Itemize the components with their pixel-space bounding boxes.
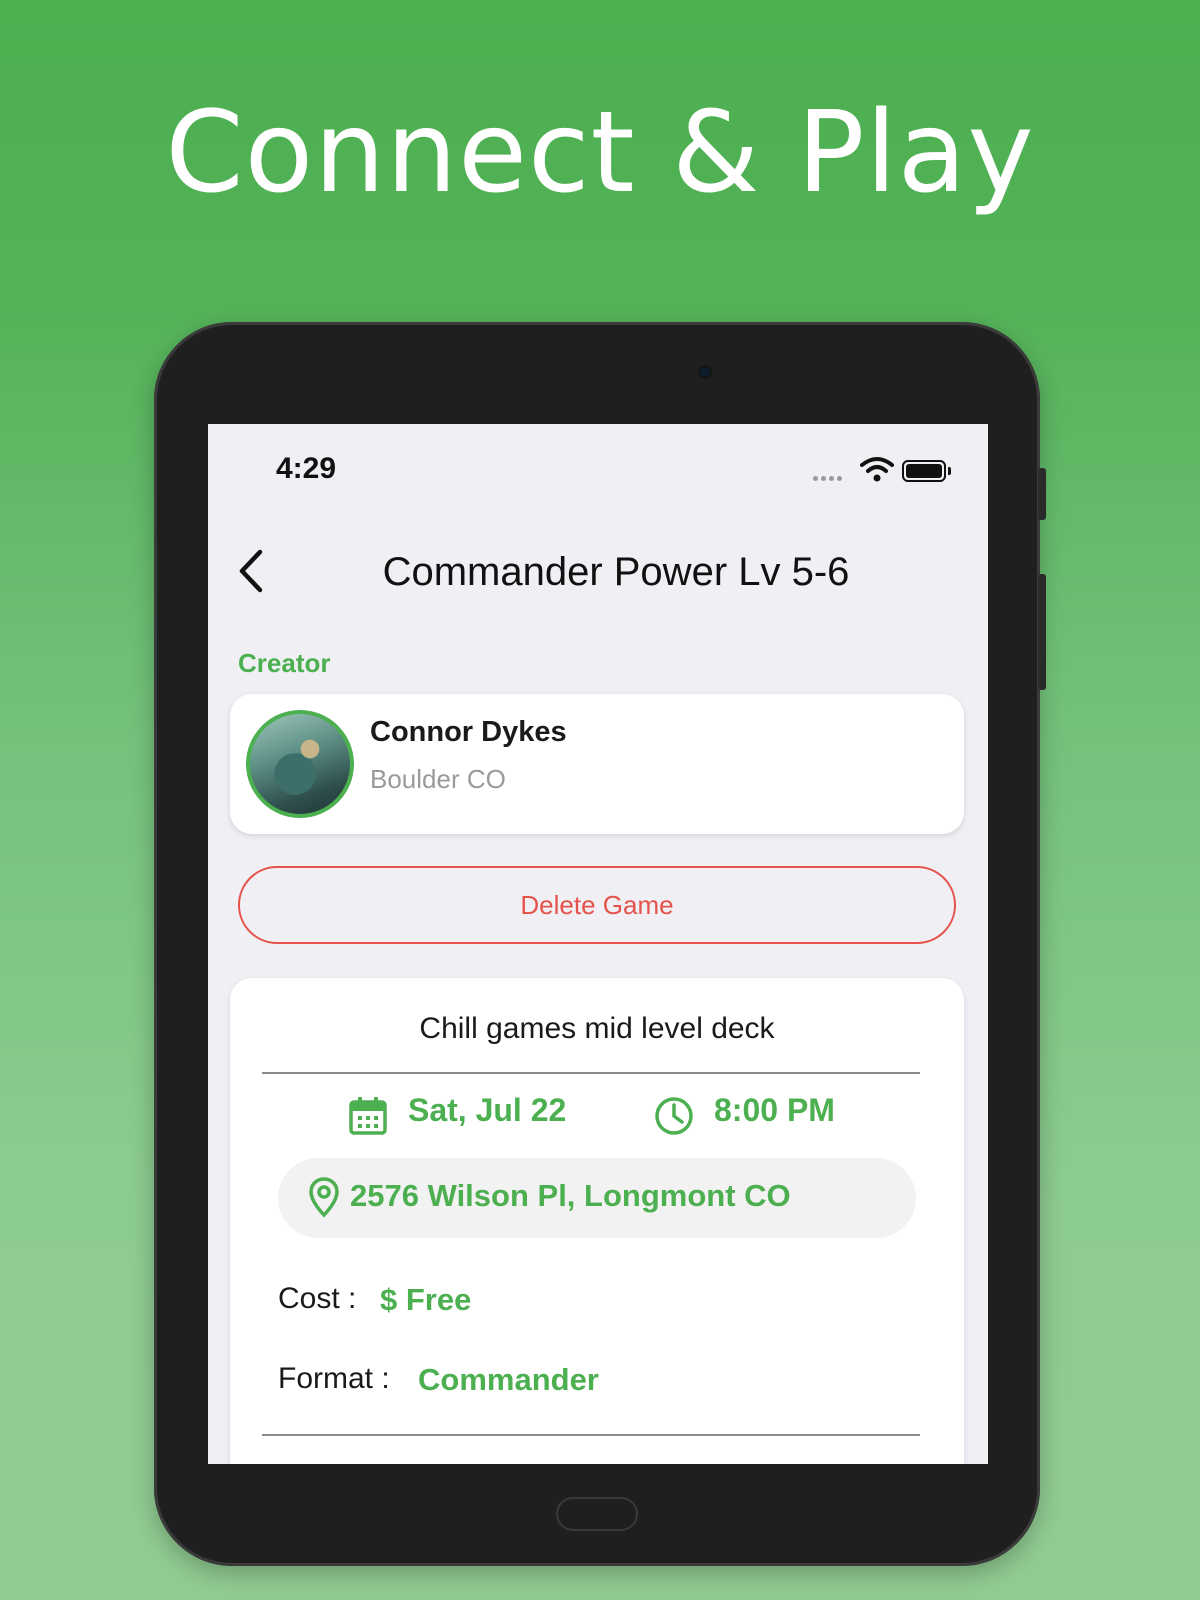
location-pill[interactable]: 2576 Wilson Pl, Longmont CO [278,1158,916,1238]
battery-icon [902,460,946,482]
format-value: Commander [418,1362,599,1397]
avatar [246,710,354,818]
format-label: Format : [278,1362,390,1395]
game-date: Sat, Jul 22 [408,1092,567,1128]
calendar-icon [349,1097,387,1135]
game-details-card: Chill games mid level deck Sat, Jul 22 8… [230,978,964,1464]
game-description: Chill games mid level deck [419,1012,775,1045]
tablet-side-button [1038,574,1046,690]
wifi-icon [860,457,894,482]
location-pin-icon [309,1177,339,1218]
battery-tip [948,467,951,475]
divider [262,1072,920,1074]
app-screen: 4:29 Commander Power Lv 5-6 Creator Conn… [208,424,988,1464]
home-button[interactable] [556,1497,638,1531]
creator-location: Boulder CO [370,764,506,794]
creator-section-label: Creator [238,648,331,678]
creator-card[interactable]: Connor Dykes Boulder CO [230,694,964,834]
tablet-side-button [1038,468,1046,520]
date-time-row: Sat, Jul 22 8:00 PM [230,1088,964,1138]
clock-icon [655,1097,693,1135]
cost-label: Cost : [278,1282,357,1315]
status-time: 4:29 [276,452,337,485]
game-address: 2576 Wilson Pl, Longmont CO [350,1178,791,1213]
creator-name: Connor Dykes [370,716,567,748]
page-title: Commander Power Lv 5-6 [382,550,850,594]
headline: Connect & Play [165,88,1035,218]
cost-value: $ Free [380,1282,472,1317]
divider [262,1434,920,1436]
signal-dots-icon [813,476,842,481]
camera-icon [700,367,710,377]
game-time: 8:00 PM [714,1092,835,1128]
delete-game-button[interactable]: Delete Game [238,866,956,944]
